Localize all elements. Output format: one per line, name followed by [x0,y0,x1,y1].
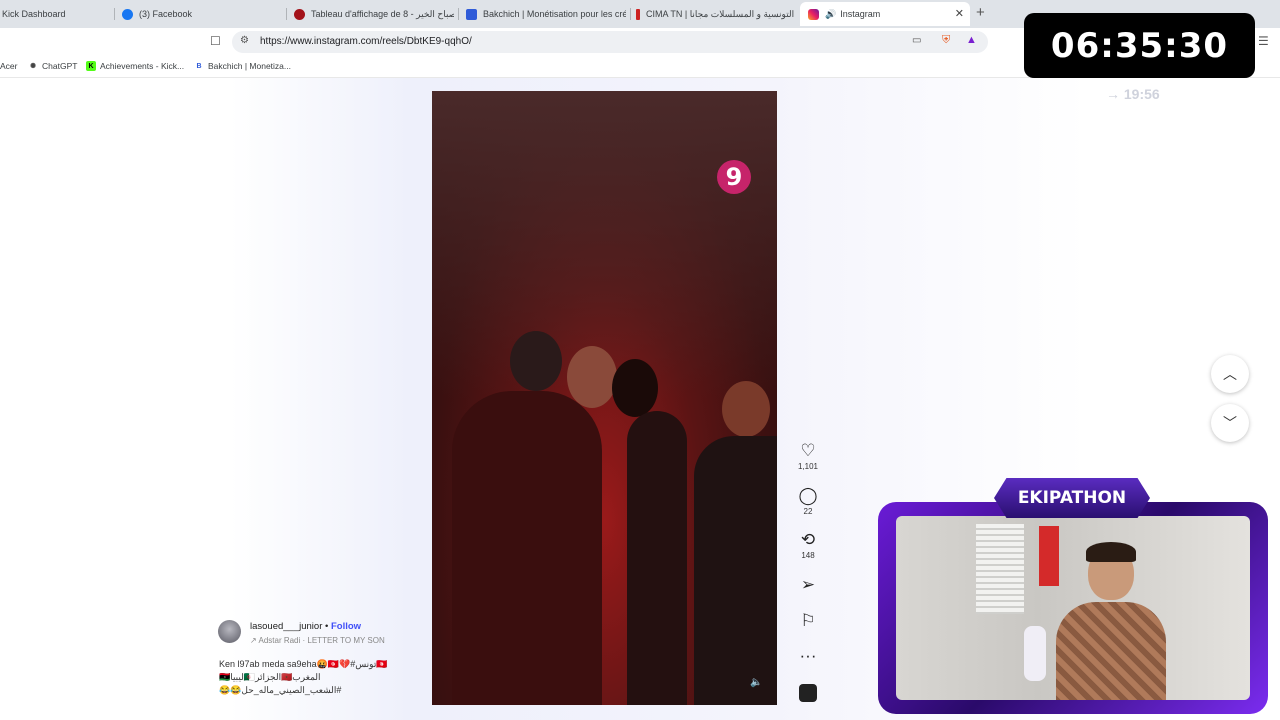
separator: • [325,621,329,632]
save-button[interactable]: ⚐ [792,612,824,630]
share-button[interactable]: ➢ [792,576,824,594]
author-line: lasoued___junior • Follow [250,621,361,632]
facebook-icon [122,8,133,20]
webcam-frame [878,502,1268,714]
person-head [722,381,770,437]
caption-line: #الشعب_الصيني_ماله_حل😂😂 [219,685,342,695]
bookmark-chatgpt[interactable]: ✺ ChatGPT [28,61,77,71]
bookmark-kick[interactable]: K Achievements - Kick... [86,61,184,71]
site-settings-icon[interactable]: ⚙ [240,35,249,46]
previous-reel-button[interactable]: ︿ [1211,355,1249,393]
heart-icon: ♡ [800,441,816,460]
person-head [510,331,562,391]
tab-label: CIMA TN | التونسية و المسلسلات مجانا [646,8,794,19]
tab-label: Kick Dashboard [2,9,66,19]
chevron-down-icon: ﹀ [1223,415,1237,431]
bookmark-label: ChatGPT [42,61,78,71]
tab-facebook[interactable]: (3) Facebook [122,2,282,26]
webcam-feed [896,516,1250,700]
more-button[interactable]: ··· [792,647,824,665]
speaker-icon: 🔊 [825,8,837,19]
chatgpt-icon: ✺ [30,63,36,70]
avatar[interactable] [218,620,241,643]
repost-button[interactable]: ⟲ 148 [792,530,824,561]
repost-count: 148 [801,551,815,560]
bakchich-icon [466,8,477,20]
instagram-icon [808,8,819,20]
tab-kick-dashboard[interactable]: Kick Dashboard [2,2,112,26]
tab-label: (3) Facebook [139,9,193,19]
rewards-icon[interactable]: ▲ [966,34,977,46]
person-figure [627,411,687,705]
share-icon: ➢ [800,575,816,594]
menu-icon[interactable]: ☰ [1258,34,1269,48]
bookmark-label: Acer [0,61,18,71]
channel-logo: 9 [717,160,751,194]
reel-video[interactable]: 9 🔈 [432,91,777,705]
streamer [1046,542,1176,700]
streamer-hair [1086,542,1136,562]
webcam-title: EKIPATHON [994,478,1150,518]
tab-instagram[interactable]: 🔊 Instagram ✕ [800,2,970,26]
tab-label: Tableau d'affichage de صباح الخير - 8 [311,8,454,19]
tab-cima-tn[interactable]: CIMA TN | التونسية و المسلسلات مجانا [636,2,794,26]
tab-divider [114,8,115,20]
follow-button[interactable]: Follow [331,621,361,632]
like-count: 1,101 [797,462,819,471]
window-shutter [976,524,1024,614]
tab-divider [458,8,459,20]
caption-line: Ken l97ab meda sa9eha🤬🇹🇳💔#تونس🇹🇳 [219,659,388,669]
next-reel-button[interactable]: ﹀ [1211,404,1249,442]
audio-attribution[interactable]: ↗ Adstar Radi · LETTER TO MY SON [250,636,385,645]
tab-label: Instagram [840,9,881,19]
more-icon: ··· [799,646,817,665]
stream-subtimer: → 19:56 [1106,86,1160,102]
address-bar[interactable]: ⚙ https://www.instagram.com/reels/DbtKE9… [232,31,988,53]
bookmark-icon[interactable]: ☐ [210,34,221,48]
bakchich-icon: B [196,62,202,70]
audio-thumbnail-icon [799,684,817,702]
new-tab-button[interactable]: + [976,4,985,21]
tab-divider [286,8,287,20]
site-favicon-icon [636,8,640,20]
comment-icon: ◯ [798,486,818,505]
person-figure [694,436,777,705]
reel-caption: Ken l97ab meda sa9eha🤬🇹🇳💔#تونس🇹🇳 المغرب🇲… [219,658,439,697]
username[interactable]: lasoued___junior [250,621,322,632]
audio-button[interactable] [792,684,824,707]
tab-tableau[interactable]: Tableau d'affichage de صباح الخير - 8 [294,2,454,26]
person-head [612,359,658,417]
speaker-icon[interactable]: 🔈 [750,677,762,688]
bookmark-bakchich[interactable]: B Bakchich | Monetiza... [194,61,291,71]
bookmark-label: Achievements - Kick... [100,61,185,71]
comment-button[interactable]: ◯ 22 [792,486,824,517]
bookmark-label: Bakchich | Monetiza... [208,61,291,71]
desk-lamp [1024,626,1046,681]
bookmark-acer[interactable]: Acer [0,61,17,71]
tab-label: Bakchich | Monétisation pour les cré [483,9,626,19]
kick-icon: K [86,61,96,71]
tab-bakchich[interactable]: Bakchich | Monétisation pour les cré [466,2,626,26]
chevron-up-icon: ︿ [1223,366,1237,382]
brave-shield-icon[interactable]: ⛨ [942,34,950,47]
like-button[interactable]: ♡ 1,101 [792,441,824,472]
stream-timer: 06:35:30 [1024,13,1255,78]
bookmark-icon: ⚐ [800,611,816,630]
caption-line: المغرب🇲🇦الجزائر🇩🇿ليبيا🇱🇾 [219,672,321,682]
close-icon[interactable]: ✕ [955,7,964,20]
repost-icon: ⟲ [800,530,816,549]
person-figure [452,391,602,705]
person-head [567,346,617,408]
tab-divider [630,8,631,20]
audio-title: Adstar Radi · LETTER TO MY SON [258,636,385,645]
comment-count: 22 [803,507,813,516]
url-text: https://www.instagram.com/reels/DbtKE9-q… [260,36,472,47]
site-favicon-icon [294,8,305,20]
cast-icon[interactable]: ▭ [912,35,921,46]
streamer-body [1056,602,1166,700]
